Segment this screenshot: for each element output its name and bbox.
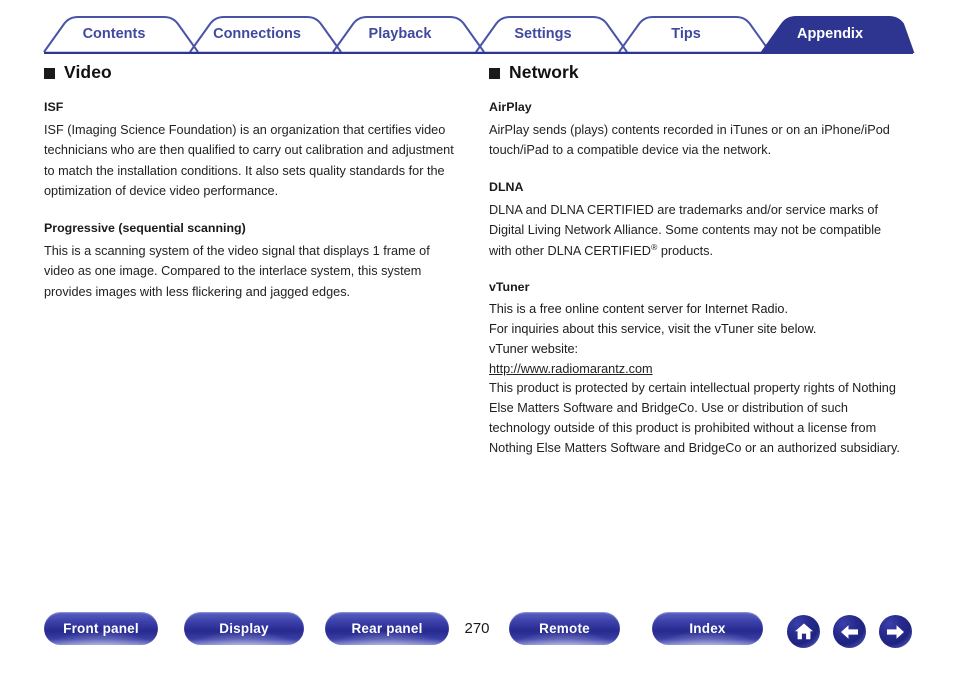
arrow-left-icon (839, 624, 860, 640)
next-page-button[interactable] (879, 615, 912, 648)
vtuner-line-1: This is a free online content server for… (489, 302, 789, 317)
section-heading-video-label: Video (64, 62, 112, 82)
vtuner-legal-notice: This product is protected by certain int… (489, 381, 900, 455)
term-dlna: DLNA (489, 179, 524, 194)
square-bullet-icon (44, 68, 55, 79)
tab-playback[interactable] (349, 17, 459, 53)
tab-tips[interactable] (635, 17, 745, 53)
section-heading-network-label: Network (509, 62, 579, 82)
tab-settings[interactable] (492, 17, 602, 53)
display-button[interactable]: Display (184, 612, 304, 645)
home-button[interactable] (787, 615, 820, 648)
rear-panel-button[interactable]: Rear panel (325, 612, 449, 645)
vtuner-website-label: vTuner website: (489, 341, 579, 356)
term-vtuner: vTuner (489, 280, 530, 295)
tab-bar: Contents Connections Playback Settings T… (0, 14, 954, 54)
column-network: Network AirPlay AirPlay sends (plays) co… (489, 62, 915, 459)
previous-page-button[interactable] (833, 615, 866, 648)
home-icon (794, 622, 814, 641)
index-button[interactable]: Index (652, 612, 763, 645)
square-bullet-icon (489, 68, 500, 79)
column-video: Video ISF ISF (Imaging Science Foundatio… (44, 62, 470, 303)
tab-appendix[interactable] (778, 17, 898, 53)
page-number: 270 (464, 620, 490, 637)
section-heading-network: Network (489, 62, 915, 83)
tab-contents[interactable] (60, 17, 170, 53)
content-area: Video ISF ISF (Imaging Science Foundatio… (0, 62, 954, 602)
vtuner-line-2: For inquiries about this service, visit … (489, 321, 817, 336)
footer-nav: Front panel Display Rear panel 270 Remot… (0, 612, 954, 662)
definition-progressive: This is a scanning system of the video s… (44, 243, 430, 299)
arrow-right-icon (885, 624, 906, 640)
term-progressive: Progressive (sequential scanning) (44, 221, 246, 236)
vtuner-website-link[interactable]: http://www.radiomarantz.com (489, 362, 653, 376)
tab-connections[interactable] (206, 17, 316, 53)
term-airplay: AirPlay (489, 100, 532, 114)
definition-airplay: AirPlay sends (plays) contents recorded … (489, 122, 890, 158)
front-panel-button[interactable]: Front panel (44, 612, 158, 645)
section-heading-video: Video (44, 62, 470, 83)
definition-isf: ISF (Imaging Science Foundation) is an o… (44, 122, 454, 199)
remote-button[interactable]: Remote (509, 612, 620, 645)
definition-dlna-part2: products. (657, 243, 714, 258)
term-isf: ISF (44, 100, 64, 114)
definition-dlna: DLNA and DLNA CERTIFIED are trademarks a… (489, 200, 907, 262)
